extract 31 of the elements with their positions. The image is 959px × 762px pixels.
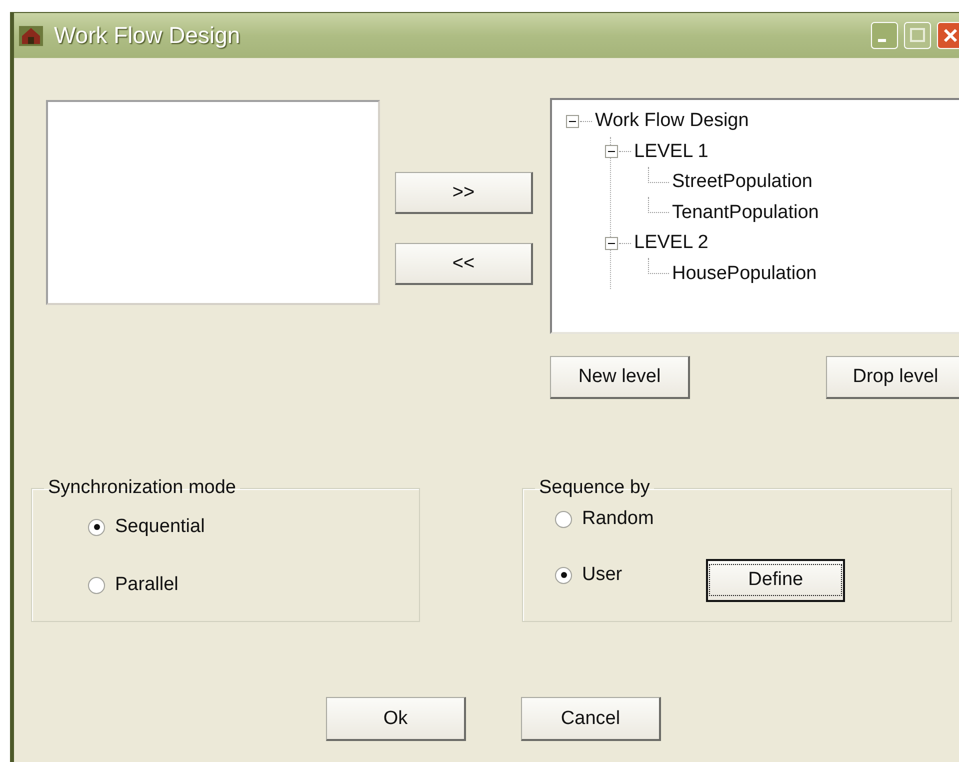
- radio-button[interactable]: [88, 576, 105, 594]
- collapse-icon[interactable]: [605, 145, 618, 158]
- define-button[interactable]: Define: [706, 558, 846, 602]
- option-label[interactable]: User: [582, 564, 622, 586]
- tree-item[interactable]: TenantPopulation: [672, 202, 819, 224]
- tree-item[interactable]: Work Flow Design: [595, 110, 749, 132]
- level-button[interactable]: Drop level: [826, 356, 959, 399]
- collapse-icon[interactable]: [605, 236, 618, 250]
- option-label[interactable]: Sequential: [115, 516, 205, 538]
- dialog-button[interactable]: Ok: [326, 697, 466, 741]
- house-icon: [18, 24, 44, 48]
- tree-item[interactable]: StreetPopulation: [672, 171, 812, 194]
- radio-button[interactable]: [555, 566, 572, 584]
- move-button[interactable]: <<: [395, 243, 533, 285]
- radio-button[interactable]: [88, 518, 105, 536]
- option-label[interactable]: Random: [582, 508, 654, 530]
- minimize-icon[interactable]: [871, 22, 898, 49]
- dialog-button[interactable]: Cancel: [521, 697, 661, 741]
- tree-item[interactable]: LEVEL 1: [634, 140, 708, 163]
- tree-item[interactable]: HousePopulation: [672, 262, 817, 285]
- window-title: Work Flow Design: [54, 22, 240, 49]
- move-button[interactable]: >>: [395, 172, 533, 214]
- level-button[interactable]: New level: [550, 356, 690, 399]
- collapse-icon[interactable]: [566, 114, 579, 128]
- group-title: Sequence by: [538, 477, 651, 499]
- group-title: Synchronization mode: [47, 477, 237, 499]
- option-label[interactable]: Parallel: [115, 574, 178, 596]
- radio-button[interactable]: [555, 510, 572, 528]
- close-icon[interactable]: [937, 22, 959, 49]
- tree-item[interactable]: LEVEL 2: [634, 232, 708, 254]
- tree-view[interactable]: Work Flow Design LEVEL 1 StreetPopulation TenantPopulation LEVEL 2 HousePopulation: [550, 98, 959, 334]
